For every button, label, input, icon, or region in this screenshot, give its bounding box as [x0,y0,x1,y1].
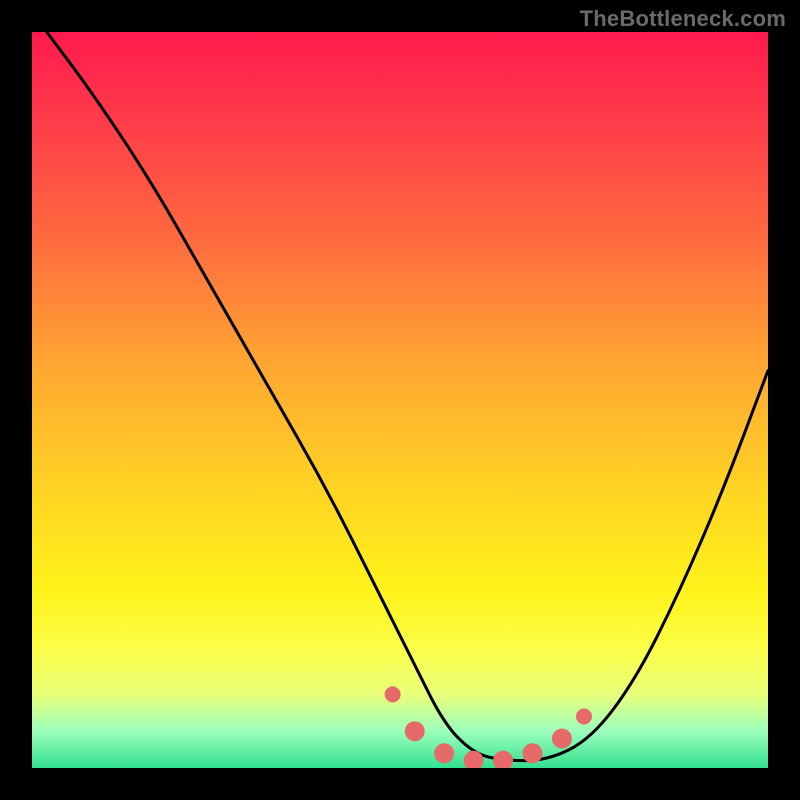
chart-plot-area [32,32,768,768]
chart-svg [32,32,768,768]
sweet-spot-marker [405,721,425,741]
chart-frame: TheBottleneck.com [0,0,800,800]
bottleneck-curve-path [47,32,768,761]
sweet-spot-marker [493,751,513,768]
sweet-spot-marker [522,743,542,763]
watermark-text: TheBottleneck.com [580,6,786,32]
sweet-spot-marker [552,729,572,749]
sweet-spot-marker [434,743,454,763]
sweet-spot-marker [576,708,592,724]
sweet-spot-marker [385,686,401,702]
